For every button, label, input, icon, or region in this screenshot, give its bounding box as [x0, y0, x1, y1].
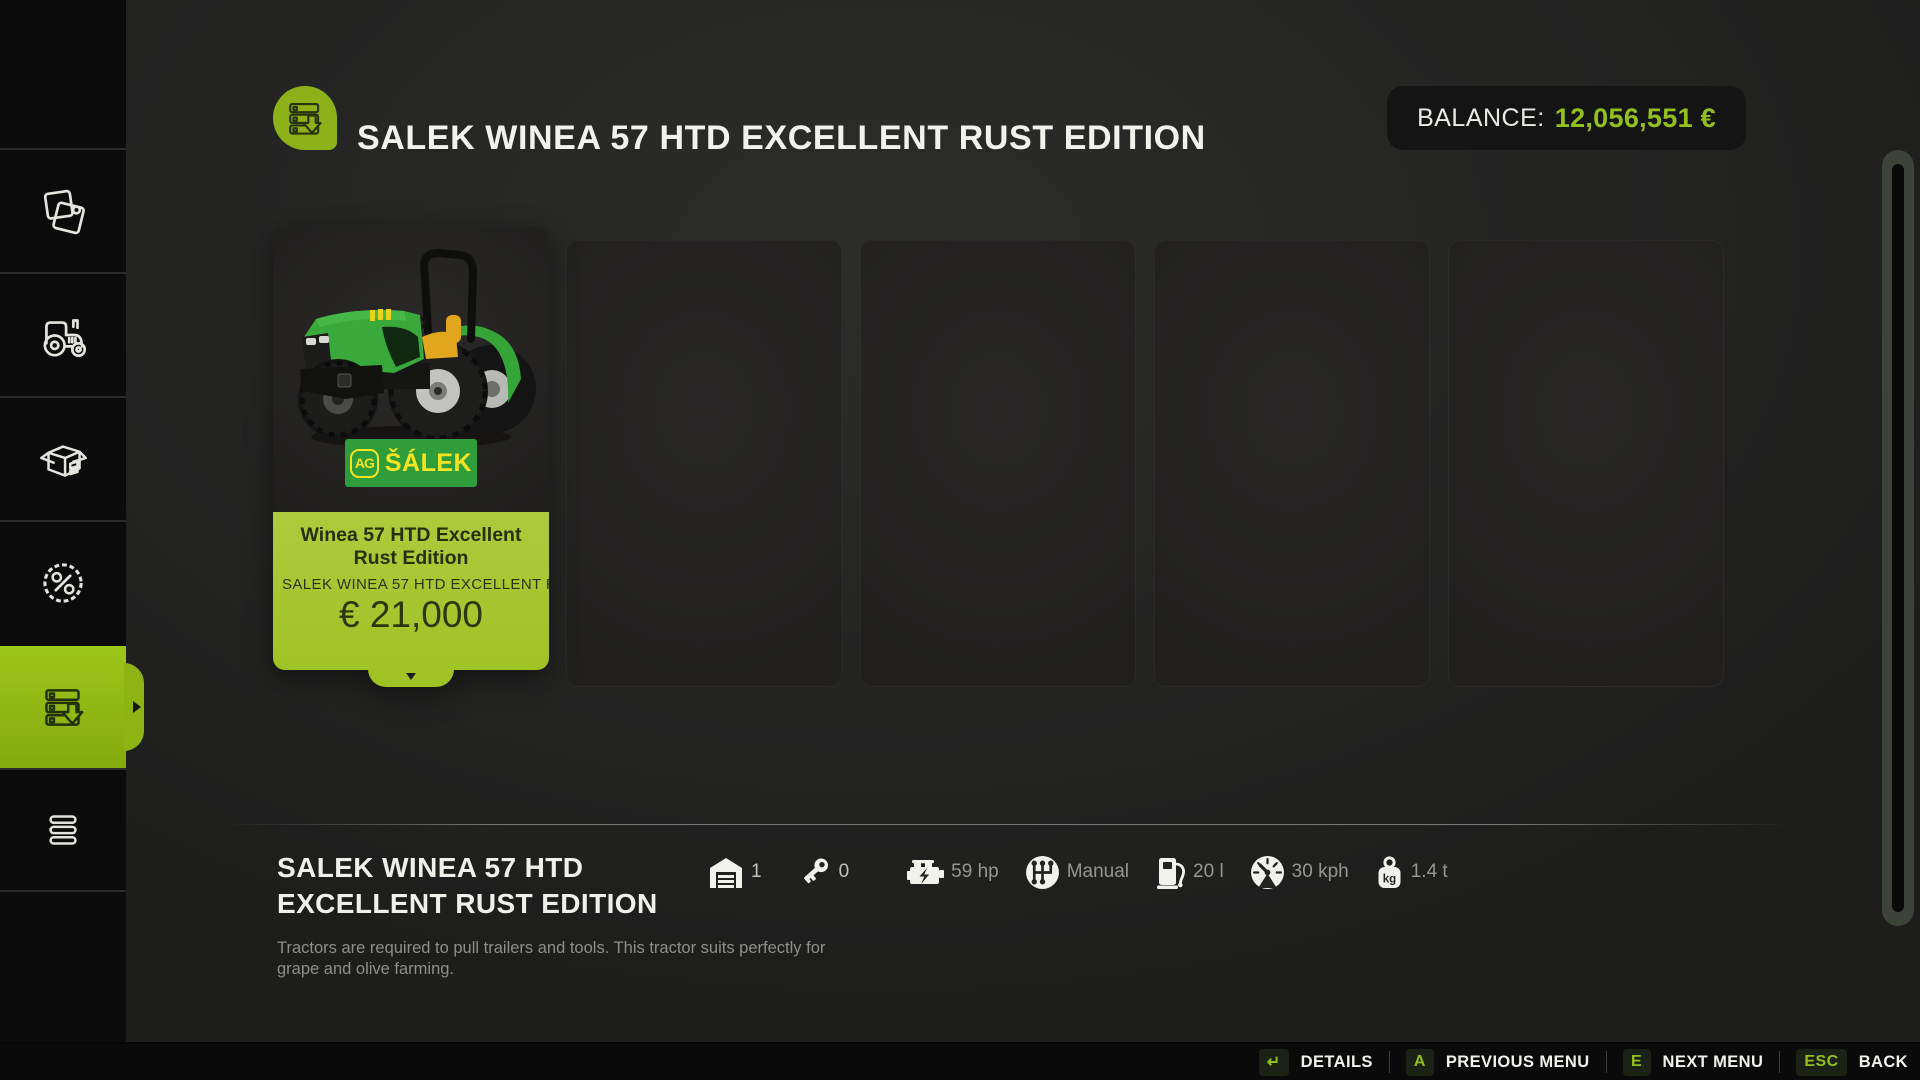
mods-download-icon: [45, 689, 84, 726]
stat-power-value: 59 hp: [951, 861, 999, 882]
stat-fuel-value: 20 l: [1193, 861, 1224, 882]
brand-logo-icon: AG: [349, 448, 379, 478]
vehicle-description: Tractors are required to pull trailers a…: [277, 939, 826, 978]
stat-owned-value: 1: [751, 861, 762, 882]
vehicle-title: SALEK WINEA 57 HTD EXCELLENT RUST EDITIO…: [277, 852, 658, 919]
next-menu-button[interactable]: E NEXT MENU: [1622, 1048, 1764, 1076]
stat-weight-value: 1.4 t: [1410, 861, 1448, 882]
price-tags-icon: [43, 189, 85, 235]
details-button[interactable]: ↵ DETAILS: [1258, 1048, 1373, 1076]
card-info: Winea 57 HTD Excellent Rust Edition SALE…: [273, 512, 549, 687]
stat-power: 59 hp: [907, 858, 999, 887]
vehicle-stats: 1 0 59 hp Manual 20 l 30 kph kg 1.4 t: [708, 845, 1448, 899]
engine-icon: [907, 859, 945, 884]
balance-display: BALANCE: 12,056,551 €: [1387, 86, 1746, 150]
sidebar-item-sales[interactable]: [0, 520, 126, 644]
section-divider: [223, 824, 1790, 825]
page-icon: [273, 86, 337, 150]
transmission-icon: [1025, 855, 1059, 889]
stat-speed: 30 kph: [1250, 855, 1349, 890]
fuel-icon: [1157, 857, 1186, 889]
back-label: BACK: [1858, 1052, 1908, 1071]
stat-transmission-value: Manual: [1066, 861, 1130, 882]
card-price: € 21,000: [338, 594, 484, 635]
enter-key-icon: ↵: [1258, 1048, 1289, 1076]
empty-card-slot: [1154, 240, 1430, 687]
stat-weight: kg 1.4 t: [1375, 855, 1448, 889]
page-title: SALEK WINEA 57 HTD EXCELLENT RUST EDITIO…: [357, 118, 1206, 157]
sidebar-item-list[interactable]: [0, 768, 126, 892]
a-key: A: [1405, 1048, 1434, 1076]
stat-speed-value: 30 kph: [1291, 861, 1349, 882]
card-title: Winea 57 HTD Excellent Rust Edition: [300, 524, 522, 569]
scrollbar-thumb[interactable]: [1892, 164, 1904, 912]
scrollbar-track[interactable]: [1882, 150, 1914, 926]
percent-badge-icon: [43, 563, 83, 603]
vehicle-image: AG ŠÁLEK: [273, 227, 549, 512]
empty-card-slot: [1448, 240, 1724, 687]
box-icon: [40, 445, 88, 477]
sidebar-spacer: [0, 0, 126, 148]
stat-fuel: 20 l: [1155, 855, 1224, 890]
tractor-render: [298, 248, 536, 448]
empty-card-slot: [860, 240, 1136, 687]
empty-card-slot: [566, 240, 842, 687]
footer-divider: [1779, 1051, 1781, 1073]
sidebar-item-vehicles[interactable]: [0, 272, 126, 396]
back-button[interactable]: ESC BACK: [1796, 1048, 1908, 1076]
selected-card-pointer: [368, 669, 454, 687]
key-icon: [803, 858, 828, 884]
footer-divider: [1605, 1051, 1607, 1073]
e-key: E: [1622, 1048, 1651, 1076]
tractor-icon: [43, 319, 87, 358]
mods-download-icon: [289, 102, 322, 135]
garage-icon: [710, 857, 742, 888]
sidebar-item-mods[interactable]: [0, 644, 144, 768]
brand-badge: AG ŠÁLEK: [345, 439, 477, 487]
footer-bar: ↵ DETAILS A PREVIOUS MENU E NEXT MENU ES…: [0, 1042, 1920, 1080]
stat-keys-value: 0: [838, 861, 850, 882]
stat-keys: 0: [800, 856, 850, 888]
balance-label: BALANCE:: [1417, 103, 1545, 132]
list-icon: [49, 815, 77, 845]
sidebar: [0, 0, 144, 1080]
sidebar-item-brands[interactable]: [0, 148, 126, 272]
card-subtitle: SALEK WINEA 57 HTD EXCELLENT RUST EDITIO…: [282, 576, 549, 593]
previous-menu-label: PREVIOUS MENU: [1445, 1052, 1590, 1071]
balance-value: 12,056,551 €: [1554, 102, 1716, 133]
brand-name: ŠÁLEK: [384, 448, 473, 477]
weight-icon: kg: [1378, 855, 1401, 888]
selected-tab-pointer: [124, 663, 144, 751]
shop-item-card[interactable]: AG ŠÁLEK Winea 57 HTD Excellent Rust Edi…: [273, 227, 549, 687]
previous-menu-button[interactable]: A PREVIOUS MENU: [1405, 1048, 1590, 1076]
footer-divider: [1388, 1051, 1390, 1073]
speedometer-icon: [1250, 855, 1284, 889]
stat-transmission: Manual: [1025, 855, 1129, 890]
next-menu-label: NEXT MENU: [1662, 1052, 1764, 1071]
esc-key: ESC: [1796, 1048, 1847, 1076]
stat-owned: 1: [708, 856, 762, 889]
details-label: DETAILS: [1300, 1052, 1373, 1071]
svg-text:kg: kg: [1383, 873, 1396, 885]
sidebar-item-packs[interactable]: [0, 396, 126, 520]
